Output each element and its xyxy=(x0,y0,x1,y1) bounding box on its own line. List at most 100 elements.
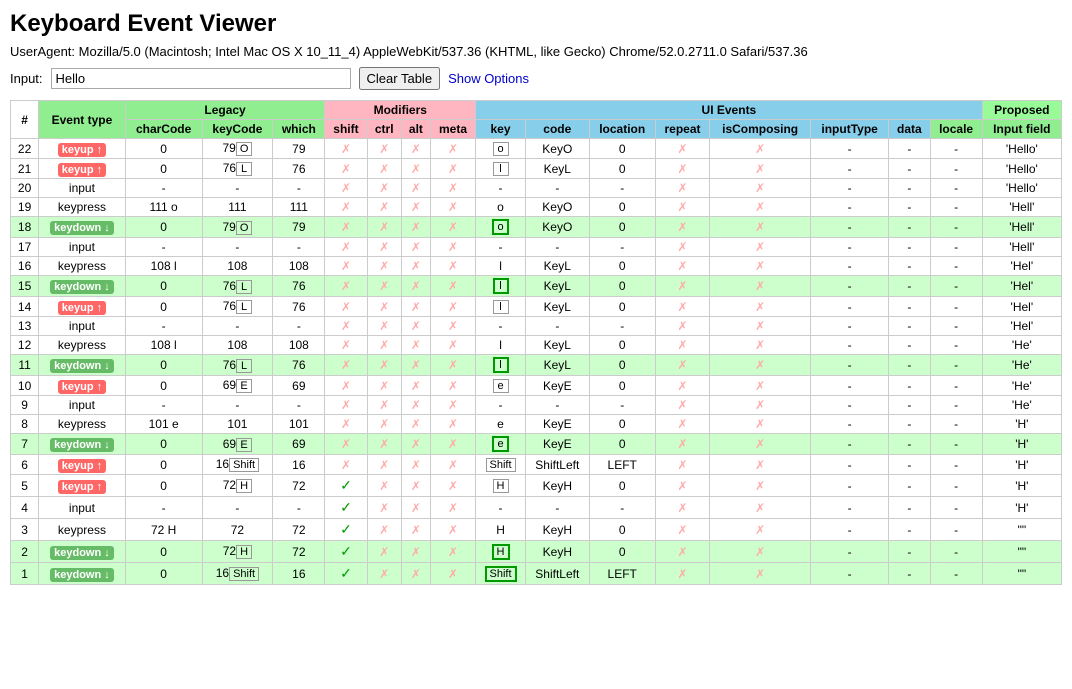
x-icon: ✗ xyxy=(448,398,458,412)
keyup-badge: keyup ↑ xyxy=(58,480,106,494)
x-icon: ✗ xyxy=(755,545,765,559)
table-row: 19keypress111 o111111✗✗✗✗oKeyO0✗✗---'Hel… xyxy=(11,198,1062,217)
table-row: 15keydown ↓076L76✗✗✗✗lKeyL0✗✗---'Hel' xyxy=(11,276,1062,297)
x-icon: ✗ xyxy=(411,162,421,176)
table-row: 8keypress101 e101101✗✗✗✗eKeyE0✗✗---'H' xyxy=(11,415,1062,434)
x-icon: ✗ xyxy=(341,240,351,254)
input-field-value: 'Hello' xyxy=(1006,181,1038,195)
x-icon: ✗ xyxy=(411,501,421,515)
keycode-badge: H xyxy=(236,479,252,493)
x-icon: ✗ xyxy=(341,181,351,195)
input-field-value: 'He' xyxy=(1012,358,1032,372)
x-icon: ✗ xyxy=(677,417,687,431)
x-icon: ✗ xyxy=(755,181,765,195)
col-header-ctrl: ctrl xyxy=(367,120,401,139)
show-options-link[interactable]: Show Options xyxy=(448,71,529,86)
x-icon: ✗ xyxy=(755,398,765,412)
x-icon: ✗ xyxy=(411,545,421,559)
x-icon: ✗ xyxy=(411,259,421,273)
input-field-value: 'Hello' xyxy=(1006,142,1038,156)
x-icon: ✗ xyxy=(448,200,458,214)
x-icon: ✗ xyxy=(677,338,687,352)
keycode-badge: O xyxy=(236,142,253,156)
input-field-value: 'He' xyxy=(1012,398,1032,412)
x-icon: ✗ xyxy=(379,181,389,195)
x-icon: ✗ xyxy=(677,162,687,176)
x-icon: ✗ xyxy=(677,220,687,234)
x-icon: ✗ xyxy=(411,142,421,156)
page-title: Keyboard Event Viewer xyxy=(10,10,1062,38)
x-icon: ✗ xyxy=(677,523,687,537)
table-row: 9input---✗✗✗✗---✗✗---'He' xyxy=(11,396,1062,415)
x-icon: ✗ xyxy=(755,479,765,493)
event-type-label: keypress xyxy=(58,338,106,352)
event-type-label: keypress xyxy=(58,523,106,537)
x-icon: ✗ xyxy=(448,319,458,333)
x-icon: ✗ xyxy=(379,259,389,273)
x-icon: ✗ xyxy=(448,240,458,254)
check-icon: ✓ xyxy=(340,543,352,559)
table-row: 10keyup ↑069E69✗✗✗✗eKeyE0✗✗---'He' xyxy=(11,376,1062,396)
table-row: 14keyup ↑076L76✗✗✗✗lKeyL0✗✗---'Hel' xyxy=(11,297,1062,317)
keyboard-input[interactable] xyxy=(51,68,351,89)
input-field-value: 'Hel' xyxy=(1011,319,1034,333)
x-icon: ✗ xyxy=(755,379,765,393)
col-header-meta: meta xyxy=(430,120,475,139)
table-row: 12keypress108 l108108✗✗✗✗lKeyL0✗✗---'He' xyxy=(11,336,1062,355)
check-icon: ✓ xyxy=(340,521,352,537)
x-icon: ✗ xyxy=(411,398,421,412)
x-icon: ✗ xyxy=(448,501,458,515)
x-icon: ✗ xyxy=(448,338,458,352)
x-icon: ✗ xyxy=(448,220,458,234)
x-icon: ✗ xyxy=(411,300,421,314)
keycode-badge: H xyxy=(236,545,252,559)
x-icon: ✗ xyxy=(755,200,765,214)
keydown-badge: keydown ↓ xyxy=(50,280,114,294)
col-header-inputType: inputType xyxy=(811,120,889,139)
x-icon: ✗ xyxy=(379,279,389,293)
x-icon: ✗ xyxy=(677,279,687,293)
table-row: 7keydown ↓069E69✗✗✗✗eKeyE0✗✗---'H' xyxy=(11,434,1062,455)
x-icon: ✗ xyxy=(379,398,389,412)
keycode-badge: O xyxy=(236,221,253,235)
x-icon: ✗ xyxy=(411,379,421,393)
x-icon: ✗ xyxy=(379,523,389,537)
input-field-value: 'H' xyxy=(1015,479,1028,493)
x-icon: ✗ xyxy=(411,437,421,451)
x-icon: ✗ xyxy=(755,501,765,515)
event-type-label: input xyxy=(69,240,95,254)
key-badge: e xyxy=(493,379,509,393)
x-icon: ✗ xyxy=(379,545,389,559)
x-icon: ✗ xyxy=(411,279,421,293)
x-icon: ✗ xyxy=(341,279,351,293)
x-icon: ✗ xyxy=(677,300,687,314)
key-badge: l xyxy=(493,162,509,176)
x-icon: ✗ xyxy=(411,338,421,352)
keycode-badge: L xyxy=(236,162,252,176)
x-icon: ✗ xyxy=(677,545,687,559)
keycode-badge: L xyxy=(236,280,252,294)
x-icon: ✗ xyxy=(448,479,458,493)
table-row: 5keyup ↑072H72✓✗✗✗HKeyH0✗✗---'H' xyxy=(11,475,1062,497)
event-type-label: input xyxy=(69,501,95,515)
x-icon: ✗ xyxy=(677,358,687,372)
x-icon: ✗ xyxy=(379,338,389,352)
x-icon: ✗ xyxy=(448,545,458,559)
x-icon: ✗ xyxy=(448,259,458,273)
x-icon: ✗ xyxy=(411,200,421,214)
keycode-badge: L xyxy=(236,359,252,373)
clear-table-button[interactable]: Clear Table xyxy=(359,67,441,90)
x-icon: ✗ xyxy=(341,162,351,176)
x-icon: ✗ xyxy=(379,300,389,314)
x-icon: ✗ xyxy=(341,142,351,156)
x-icon: ✗ xyxy=(755,162,765,176)
col-header-which: which xyxy=(273,120,325,139)
x-icon: ✗ xyxy=(677,398,687,412)
x-icon: ✗ xyxy=(341,319,351,333)
x-icon: ✗ xyxy=(411,220,421,234)
keydown-badge: keydown ↓ xyxy=(50,359,114,373)
col-header-charCode: charCode xyxy=(125,120,202,139)
x-icon: ✗ xyxy=(341,417,351,431)
keycode-badge: Shift xyxy=(229,567,259,581)
x-icon: ✗ xyxy=(448,279,458,293)
